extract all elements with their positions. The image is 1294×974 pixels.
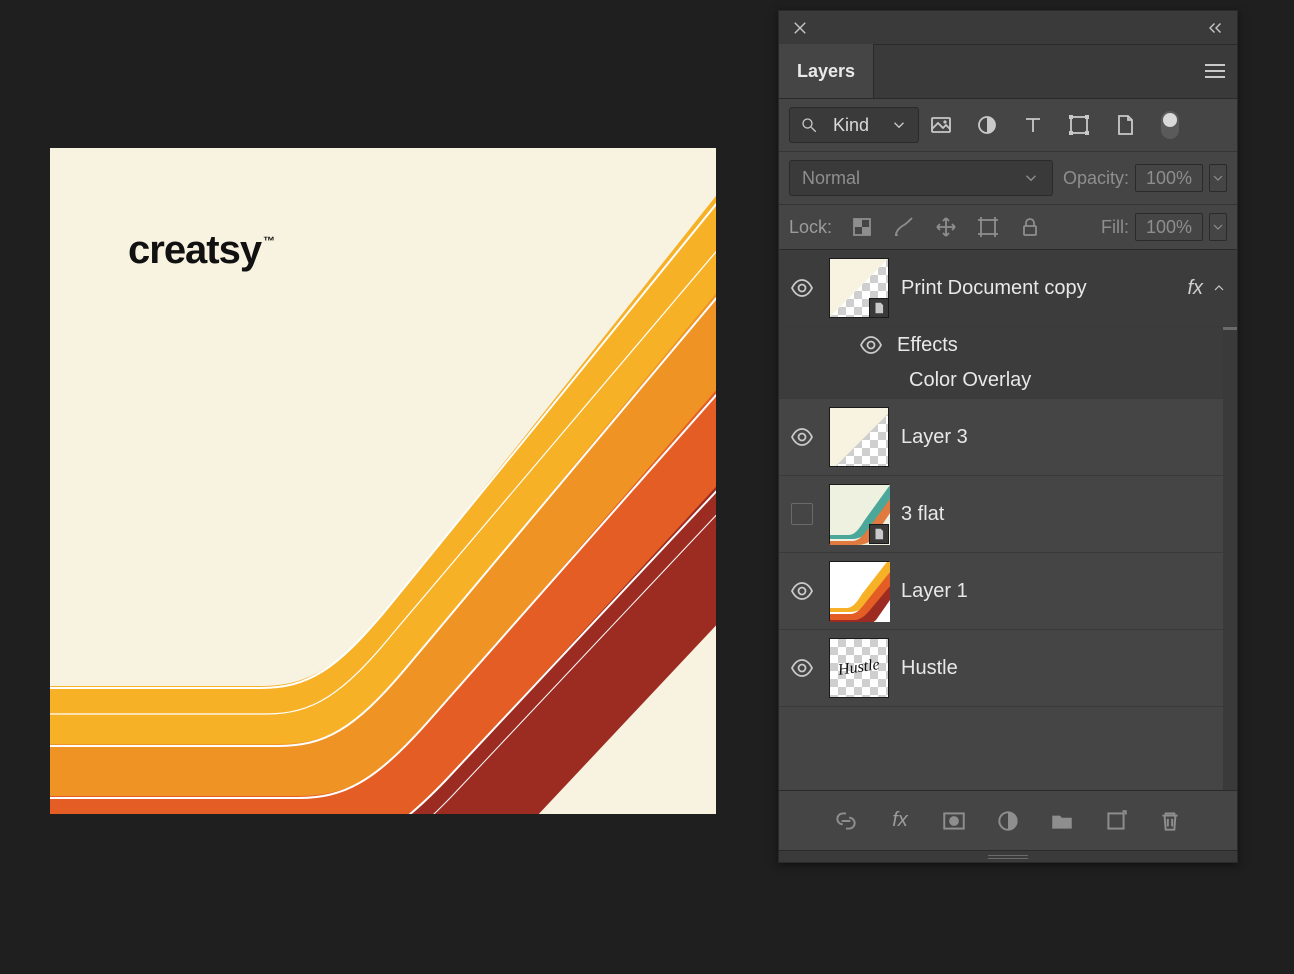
tab-label: Layers xyxy=(797,61,855,82)
blend-opacity-row: Normal Opacity: 100% xyxy=(779,152,1237,205)
brand-logo-text: creatsy™ xyxy=(128,228,272,273)
lock-paint-icon[interactable] xyxy=(892,215,916,239)
blend-mode-dropdown[interactable]: Normal xyxy=(789,160,1053,196)
lock-all-icon[interactable] xyxy=(1018,215,1042,239)
layer-row[interactable]: Hustle Hustle xyxy=(779,630,1237,707)
lock-fill-row: Lock: Fill: 100% xyxy=(779,205,1237,250)
filter-type-icons xyxy=(929,113,1137,137)
panel-bottom-bar: fx xyxy=(779,790,1237,850)
opacity-control[interactable]: Opacity: 100% xyxy=(1063,164,1227,192)
lock-position-icon[interactable] xyxy=(934,215,958,239)
layer-name[interactable]: Layer 3 xyxy=(901,426,1229,449)
layer-row[interactable]: Layer 3 xyxy=(779,399,1237,476)
fill-chevron[interactable] xyxy=(1209,213,1227,241)
layer-list: Print Document copy fx Effects Color Ove… xyxy=(779,250,1237,790)
layer-name[interactable]: Layer 1 xyxy=(901,580,1229,603)
panel-resize-handle[interactable] xyxy=(779,850,1237,862)
search-icon xyxy=(800,116,818,134)
layer-fx-indicator[interactable]: fx xyxy=(1179,277,1229,300)
document-canvas[interactable]: creatsy™ xyxy=(50,148,716,814)
filter-toggle[interactable] xyxy=(1161,111,1179,139)
layer-name[interactable]: 3 flat xyxy=(901,503,1229,526)
fx-icon[interactable]: fx xyxy=(887,808,913,834)
lock-label: Lock: xyxy=(789,217,832,238)
layer-name[interactable]: Hustle xyxy=(901,657,1229,680)
visibility-eye-icon[interactable] xyxy=(790,656,814,680)
shape-filter-icon[interactable] xyxy=(1067,113,1091,137)
fx-label: fx xyxy=(1187,277,1203,300)
layer-thumbnail[interactable] xyxy=(829,484,889,544)
adjustment-icon[interactable] xyxy=(995,808,1021,834)
collapse-icon[interactable] xyxy=(1205,17,1227,39)
layer-effects-header[interactable]: Effects xyxy=(779,327,1237,363)
group-icon[interactable] xyxy=(1049,808,1075,834)
visibility-eye-icon[interactable] xyxy=(859,333,883,357)
layer-thumbnail[interactable]: Hustle xyxy=(829,638,889,698)
visibility-eye-icon[interactable] xyxy=(790,425,814,449)
chevron-down-icon xyxy=(890,116,908,134)
effect-name: Color Overlay xyxy=(909,369,1031,392)
fill-value[interactable]: 100% xyxy=(1135,213,1203,241)
layer-thumbnail[interactable] xyxy=(829,407,889,467)
fill-label: Fill: xyxy=(1101,217,1129,238)
filter-kind-label: Kind xyxy=(833,115,869,136)
opacity-label: Opacity: xyxy=(1063,168,1129,189)
layer-filter-row: Kind xyxy=(779,99,1237,152)
layer-row[interactable]: Print Document copy fx xyxy=(779,250,1237,327)
layer-row[interactable]: Layer 1 xyxy=(779,553,1237,630)
panel-titlebar[interactable] xyxy=(779,11,1237,45)
filter-kind-dropdown[interactable]: Kind xyxy=(789,107,919,143)
image-filter-icon[interactable] xyxy=(929,113,953,137)
visibility-eye-icon[interactable] xyxy=(790,276,814,300)
opacity-chevron[interactable] xyxy=(1209,164,1227,192)
lock-controls: Lock: xyxy=(789,215,1042,239)
panel-menu-icon[interactable] xyxy=(1203,59,1227,83)
blend-mode-value: Normal xyxy=(802,168,860,189)
adjustment-filter-icon[interactable] xyxy=(975,113,999,137)
trash-icon[interactable] xyxy=(1157,808,1183,834)
layers-panel: Layers Kind Normal Opacity: 100% xyxy=(778,10,1238,863)
new-layer-icon[interactable] xyxy=(1103,808,1129,834)
layer-thumbnail[interactable] xyxy=(829,258,889,318)
lock-transparent-icon[interactable] xyxy=(850,215,874,239)
opacity-value[interactable]: 100% xyxy=(1135,164,1203,192)
visibility-eye-icon[interactable] xyxy=(790,579,814,603)
layer-effect-item[interactable]: Color Overlay xyxy=(779,363,1237,399)
layer-row[interactable]: 3 flat xyxy=(779,476,1237,553)
chevron-down-icon xyxy=(1022,169,1040,187)
panel-tabs: Layers xyxy=(779,45,1237,99)
smartobject-badge-icon xyxy=(869,524,889,544)
link-icon[interactable] xyxy=(833,808,859,834)
effects-label: Effects xyxy=(897,334,958,357)
visibility-hidden-box[interactable] xyxy=(791,503,813,525)
tab-layers[interactable]: Layers xyxy=(779,44,874,98)
close-icon[interactable] xyxy=(789,17,811,39)
mask-icon[interactable] xyxy=(941,808,967,834)
layer-thumbnail[interactable] xyxy=(829,561,889,621)
layer-name[interactable]: Print Document copy xyxy=(901,277,1167,300)
smartobject-filter-icon[interactable] xyxy=(1113,113,1137,137)
fill-control[interactable]: Fill: 100% xyxy=(1101,213,1227,241)
lock-artboard-icon[interactable] xyxy=(976,215,1000,239)
smartobject-badge-icon xyxy=(869,298,889,318)
chevron-up-icon xyxy=(1211,280,1227,296)
text-filter-icon[interactable] xyxy=(1021,113,1045,137)
